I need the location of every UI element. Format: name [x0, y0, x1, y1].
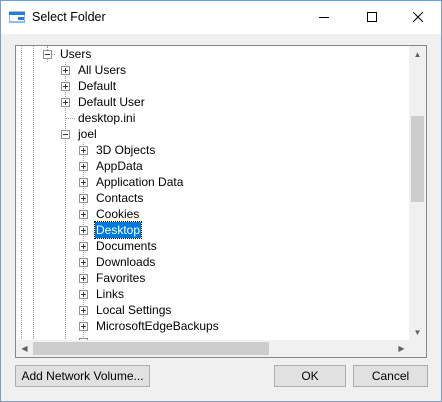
tree-item-label: joel [78, 127, 97, 141]
tree-item-joel[interactable]: joel [16, 126, 410, 142]
title-bar[interactable]: Select Folder [1, 1, 441, 34]
tree-item-label: AppData [96, 159, 143, 173]
tree-item-3d-objects[interactable]: 3D Objects [16, 142, 410, 158]
tree-item-label: Documents [96, 239, 157, 253]
tree-item-label: Cookies [96, 207, 140, 221]
expand-icon[interactable] [79, 258, 88, 267]
maximize-icon [367, 11, 377, 25]
expand-icon[interactable] [61, 98, 70, 107]
tree-item-appdata[interactable]: AppData [16, 158, 410, 174]
tree-item-label: All Users [78, 63, 127, 77]
scroll-left-arrow-icon[interactable]: ◀ [16, 340, 33, 357]
expand-icon[interactable] [79, 226, 88, 235]
ok-button[interactable]: OK [274, 365, 346, 387]
vertical-scrollbar[interactable]: ▲ ▼ [409, 46, 426, 341]
expand-icon[interactable] [79, 146, 88, 155]
tree-rows: Users All Users Default Default User des… [16, 46, 410, 341]
expand-icon[interactable] [79, 210, 88, 219]
expand-icon[interactable] [79, 194, 88, 203]
tree-item-default[interactable]: Default [16, 78, 410, 94]
scrollbar-corner [409, 340, 426, 357]
tree-item-desktop[interactable]: Desktop [16, 221, 410, 239]
folder-tree[interactable]: Users All Users Default Default User des… [15, 45, 427, 358]
horizontal-scrollbar[interactable]: ◀ ▶ [16, 340, 410, 357]
expand-icon[interactable] [61, 66, 70, 75]
add-network-volume-button[interactable]: Add Network Volume... [15, 365, 150, 387]
tree-item-default-user[interactable]: Default User [16, 94, 410, 110]
scroll-down-arrow-icon[interactable]: ▼ [409, 324, 426, 341]
tree-item-local-settings[interactable]: Local Settings [16, 302, 410, 318]
tree-item-favorites[interactable]: Favorites [16, 270, 410, 286]
tree-item-microsoftedgebackups[interactable]: MicrosoftEdgeBackups [16, 318, 410, 334]
tree-item-documents[interactable]: Documents [16, 238, 410, 254]
expand-icon[interactable] [79, 274, 88, 283]
expand-icon[interactable] [79, 178, 88, 187]
minimize-icon [319, 11, 329, 25]
cancel-button[interactable]: Cancel [353, 365, 428, 387]
collapse-icon[interactable] [61, 130, 70, 139]
tree-item-label: desktop.ini [78, 111, 136, 125]
tree-connector [66, 118, 75, 119]
tree-item-contacts[interactable]: Contacts [16, 190, 410, 206]
tree-item-all-users[interactable]: All Users [16, 62, 410, 78]
tree-item-label: Default [78, 79, 117, 93]
vertical-scroll-thumb[interactable] [411, 116, 424, 202]
tree-item-users[interactable]: Users [16, 46, 410, 62]
scroll-up-arrow-icon[interactable]: ▲ [409, 46, 426, 63]
expand-icon[interactable] [61, 82, 70, 91]
close-icon [412, 11, 424, 25]
tree-item-label: Local Settings [96, 303, 172, 317]
scroll-right-arrow-icon[interactable]: ▶ [393, 340, 410, 357]
tree-item-desktop-ini[interactable]: desktop.ini [16, 110, 410, 126]
tree-item-label: 3D Objects [96, 143, 156, 157]
close-button[interactable] [395, 1, 441, 34]
minimize-button[interactable] [301, 1, 347, 34]
window-title: Select Folder [32, 10, 106, 24]
horizontal-scroll-thumb[interactable] [33, 342, 269, 355]
tree-item-links[interactable]: Links [16, 286, 410, 302]
expand-icon[interactable] [79, 242, 88, 251]
collapse-icon[interactable] [43, 50, 52, 59]
tree-item-downloads[interactable]: Downloads [16, 254, 410, 270]
select-folder-dialog: Select Folder Users All Users Default De… [0, 0, 442, 402]
tree-item-label-selected: Desktop [93, 221, 143, 239]
expand-icon[interactable] [79, 306, 88, 315]
folder-dialog-icon [8, 11, 26, 23]
expand-icon[interactable] [79, 290, 88, 299]
tree-item-label: MicrosoftEdgeBackups [96, 319, 219, 333]
expand-icon[interactable] [79, 162, 88, 171]
expand-icon[interactable] [79, 322, 88, 331]
tree-item-label: Downloads [96, 255, 156, 269]
tree-item-label: Application Data [96, 175, 184, 189]
tree-item-label: Contacts [96, 191, 144, 205]
tree-item-cookies[interactable]: Cookies [16, 206, 410, 222]
tree-item-label: Users [60, 47, 92, 61]
tree-item-label: Links [96, 287, 125, 301]
tree-item-application-data[interactable]: Application Data [16, 174, 410, 190]
tree-item-label: Default User [78, 95, 145, 109]
maximize-button[interactable] [349, 1, 395, 34]
tree-item-label: Favorites [96, 271, 146, 285]
